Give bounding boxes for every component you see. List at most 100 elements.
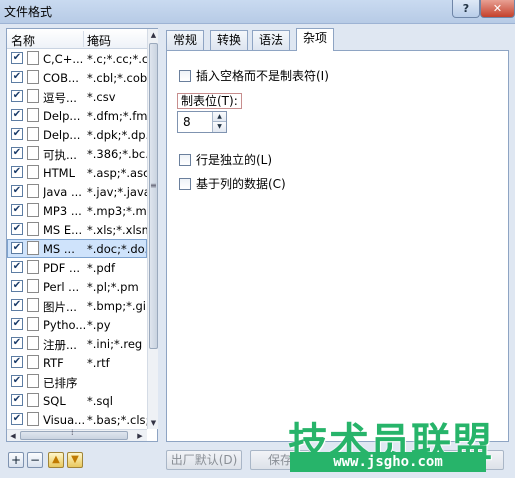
list-item[interactable]: ✔ Visua...*.bas;*.cls;... xyxy=(7,410,147,429)
column-header-name[interactable]: 名称 xyxy=(11,32,35,49)
list-item[interactable]: ✔ MP3 ... *.mp3;*.m... xyxy=(7,201,147,220)
list-item[interactable]: ✔ 注册... *.ini;*.reg xyxy=(7,334,147,353)
format-name: Perl ... xyxy=(43,280,80,294)
list-item[interactable]: ✔ COB... *.cbl;*.cob... xyxy=(7,68,147,87)
list-item[interactable]: ✔ Pytho... *.py xyxy=(7,315,147,334)
standalone-rows-option[interactable]: 行是独立的(L) xyxy=(179,151,272,168)
format-mask: *.dfm;*.fm... xyxy=(87,109,147,123)
close-button[interactable]: ✕ xyxy=(480,0,515,18)
scroll-up-icon[interactable]: ▲ xyxy=(148,29,159,41)
add-format-button[interactable]: + xyxy=(8,452,24,468)
file-type-icon xyxy=(27,222,39,236)
format-name: Java ... xyxy=(43,185,82,199)
format-checkbox[interactable]: ✔ xyxy=(11,52,23,64)
file-type-icon xyxy=(27,355,39,369)
format-mask: *.386;*.bc... xyxy=(87,147,147,161)
file-type-icon xyxy=(27,317,39,331)
column-data-option[interactable]: 基于列的数据(C) xyxy=(179,175,286,192)
column-divider[interactable] xyxy=(83,31,84,47)
format-checkbox[interactable]: ✔ xyxy=(11,318,23,330)
move-up-button[interactable]: ▲ xyxy=(48,452,64,468)
list-item[interactable]: ✔ 图片... *.bmp;*.gi... xyxy=(7,296,147,315)
scroll-left-icon[interactable]: ◀ xyxy=(7,430,19,442)
format-checkbox[interactable]: ✔ xyxy=(11,261,23,273)
format-checkbox[interactable]: ✔ xyxy=(11,337,23,349)
format-checkbox[interactable]: ✔ xyxy=(11,128,23,140)
format-mask: *.rtf xyxy=(87,356,110,370)
format-checkbox[interactable]: ✔ xyxy=(11,375,23,387)
misc-tab-panel: 插入空格而不是制表符(I) 制表位(T): 8 ▲ ▼ 行是独立的(L) 基于列… xyxy=(166,50,509,442)
format-name: Delp... xyxy=(43,128,81,142)
format-name: Visua... xyxy=(43,413,85,427)
list-item[interactable]: ✔ HTML *.asp;*.asc xyxy=(7,163,147,182)
format-checkbox[interactable]: ✔ xyxy=(11,185,23,197)
tab-syntax[interactable]: 语法 xyxy=(252,30,291,50)
format-checkbox[interactable]: ✔ xyxy=(11,242,23,254)
tab-stop-label: 制表位(T): xyxy=(177,93,242,109)
spin-down-icon[interactable]: ▼ xyxy=(212,122,226,132)
list-item[interactable]: ✔ MS ... *.doc;*.do... xyxy=(7,239,147,258)
file-type-icon xyxy=(27,146,39,160)
column-header-mask[interactable]: 掩码 xyxy=(87,32,111,49)
format-mask: *.bas;*.cls;... xyxy=(87,413,147,427)
standalone-rows-label: 行是独立的(L) xyxy=(196,153,273,167)
remove-format-button[interactable]: − xyxy=(27,452,43,468)
list-item[interactable]: ✔ Java ... *.jav;*.java xyxy=(7,182,147,201)
file-type-icon xyxy=(27,127,39,141)
format-mask: *.py xyxy=(87,318,111,332)
list-item[interactable]: ✔ 已排序 xyxy=(7,372,147,391)
hscroll-grip-icon: ⁞ xyxy=(71,428,74,437)
format-mask: *.c;*.cc;*.c... xyxy=(87,52,147,66)
format-checkbox[interactable]: ✔ xyxy=(11,223,23,235)
format-checkbox[interactable]: ✔ xyxy=(11,356,23,368)
list-item[interactable]: ✔ Perl ... *.pl;*.pm xyxy=(7,277,147,296)
file-format-list[interactable]: 名称 掩码 ✔ C,C+...*.c;*.cc;*.c... ✔ COB... *.cb… xyxy=(6,28,158,442)
file-type-icon xyxy=(27,260,39,274)
format-name: SQL xyxy=(43,394,66,408)
standalone-rows-checkbox[interactable] xyxy=(179,154,191,166)
format-checkbox[interactable]: ✔ xyxy=(11,71,23,83)
format-name: Delp... xyxy=(43,109,81,123)
file-type-icon xyxy=(27,108,39,122)
window-title: 文件格式 xyxy=(4,5,53,19)
format-checkbox[interactable]: ✔ xyxy=(11,166,23,178)
factory-defaults-button[interactable]: 出厂默认(D) xyxy=(166,450,242,470)
list-item[interactable]: ✔ 逗号... *.csv xyxy=(7,87,147,106)
scroll-down-icon[interactable]: ▼ xyxy=(148,417,159,429)
list-item[interactable]: ✔ RTF *.rtf xyxy=(7,353,147,372)
insert-spaces-option[interactable]: 插入空格而不是制表符(I) xyxy=(179,67,329,84)
list-item[interactable]: ✔ Delp... *.dfm;*.fm... xyxy=(7,106,147,125)
vertical-scrollbar[interactable]: ▲ ≡ ▼ xyxy=(147,29,158,429)
tab-misc[interactable]: 杂项 xyxy=(296,28,335,51)
list-item[interactable]: ✔ 可执... *.386;*.bc... xyxy=(7,144,147,163)
list-item[interactable]: ✔ Delp... *.dpk;*.dp... xyxy=(7,125,147,144)
list-item[interactable]: ✔ PDF ... *.pdf xyxy=(7,258,147,277)
tab-stop-value[interactable]: 8 xyxy=(183,115,191,129)
horizontal-scrollbar[interactable]: ◀ ⁞ ▶ xyxy=(7,428,147,442)
format-checkbox[interactable]: ✔ xyxy=(11,280,23,292)
help-button[interactable]: ? xyxy=(452,0,480,18)
column-data-checkbox[interactable] xyxy=(179,178,191,190)
vertical-scroll-thumb[interactable] xyxy=(149,43,158,349)
tab-general[interactable]: 常规 xyxy=(166,30,205,50)
format-checkbox[interactable]: ✔ xyxy=(11,299,23,311)
file-type-icon xyxy=(27,241,39,255)
format-checkbox[interactable]: ✔ xyxy=(11,394,23,406)
tab-conversion[interactable]: 转换 xyxy=(210,30,249,50)
list-item[interactable]: ✔ SQL *.sql xyxy=(7,391,147,410)
tab-stop-spinner[interactable]: 8 ▲ ▼ xyxy=(177,111,227,133)
list-item[interactable]: ✔ C,C+...*.c;*.cc;*.c... xyxy=(7,49,147,68)
list-item[interactable]: ✔ MS E... *.xls;*.xlsm xyxy=(7,220,147,239)
format-checkbox[interactable]: ✔ xyxy=(11,147,23,159)
format-mask: *.mp3;*.m... xyxy=(87,204,147,218)
format-checkbox[interactable]: ✔ xyxy=(11,109,23,121)
format-checkbox[interactable]: ✔ xyxy=(11,204,23,216)
move-down-button[interactable]: ▼ xyxy=(67,452,83,468)
spin-up-icon[interactable]: ▲ xyxy=(212,112,226,122)
horizontal-scroll-thumb[interactable] xyxy=(20,431,128,440)
scroll-right-icon[interactable]: ▶ xyxy=(134,430,146,442)
insert-spaces-checkbox[interactable] xyxy=(179,70,191,82)
insert-spaces-label: 插入空格而不是制表符(I) xyxy=(196,69,329,83)
format-checkbox[interactable]: ✔ xyxy=(11,90,23,102)
format-checkbox[interactable]: ✔ xyxy=(11,413,23,425)
